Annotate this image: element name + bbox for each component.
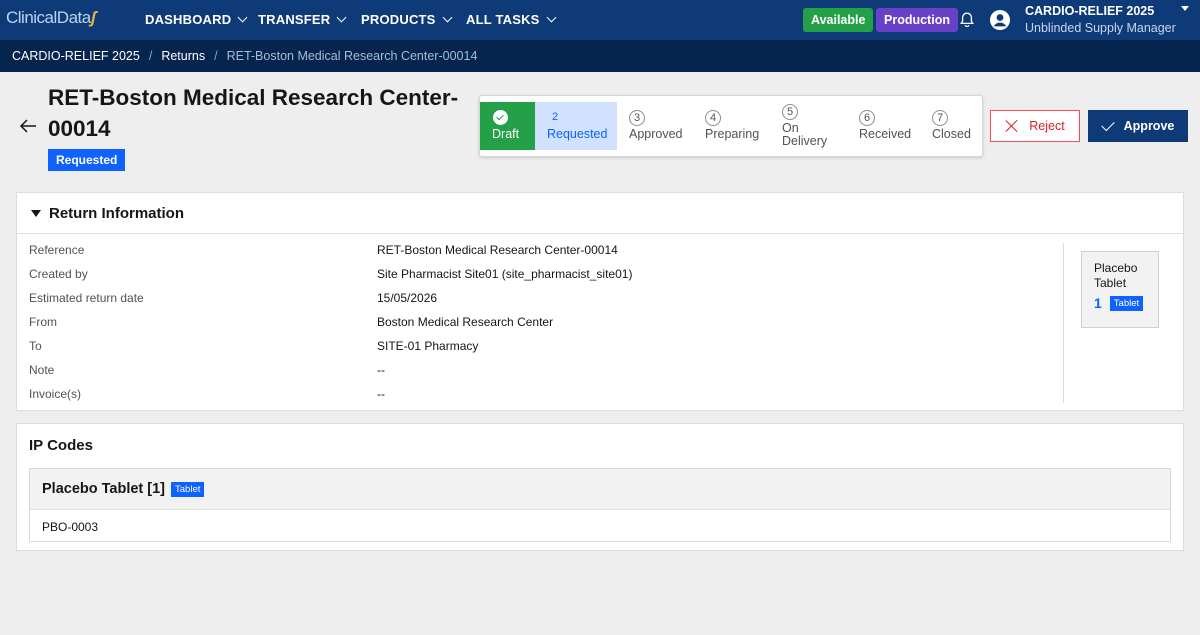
top-nav: ClinicalDataʃ DASHBOARD TRANSFER PRODUCT… [0, 0, 1200, 40]
nav-transfer[interactable]: TRANSFER [258, 12, 347, 27]
step-requested: 2 Requested [535, 102, 617, 150]
chevron-down-icon [546, 12, 556, 23]
step-number: 5 [782, 104, 798, 120]
step-received: 6 Received [847, 102, 920, 150]
nav-transfer-label: TRANSFER [258, 12, 331, 27]
app-logo[interactable]: ClinicalDataʃ [6, 8, 96, 28]
user-role[interactable]: Unblinded Supply Manager [1025, 21, 1176, 35]
product-name-line: Tablet [1094, 276, 1127, 290]
study-name[interactable]: CARDIO-RELIEF 2025 [1025, 4, 1154, 18]
info-key: Reference [29, 243, 85, 257]
info-value: Boston Medical Research Center [377, 315, 554, 329]
ip-group-name: Placebo Tablet [1] [42, 481, 166, 497]
divider [1063, 243, 1064, 403]
user-avatar-icon[interactable] [989, 9, 1011, 31]
checkmark-icon [493, 110, 508, 125]
product-quantity: 1 [1094, 295, 1102, 311]
checkmark-icon [1100, 117, 1115, 131]
product-summary-card: Placebo Tablet 1 Tablet [1081, 251, 1159, 328]
status-badge: Requested [48, 149, 126, 171]
info-key: From [29, 315, 57, 329]
account-caret-icon[interactable] [1181, 6, 1189, 11]
available-badge[interactable]: Available [803, 8, 874, 32]
back-arrow-icon[interactable] [18, 117, 38, 135]
breadcrumb-current: RET-Boston Medical Research Center-00014 [226, 49, 478, 63]
info-value: RET-Boston Medical Research Center-00014 [377, 243, 618, 257]
return-information-panel: Return Information Reference RET-Boston … [16, 192, 1184, 411]
chevron-down-icon [442, 12, 453, 23]
breadcrumb: CARDIO-RELIEF 2025 / Returns / RET-Bosto… [0, 40, 1200, 72]
step-preparing: 4 Preparing [693, 102, 769, 150]
step-on-delivery: 5 On Delivery [770, 102, 848, 150]
step-label: On Delivery [782, 121, 828, 148]
caret-down-icon [31, 209, 41, 217]
logo-swirl-icon: ʃ [90, 8, 96, 27]
step-label: Draft [492, 127, 520, 141]
return-information-toggle[interactable]: Return Information [17, 193, 1183, 234]
nav-products-label: PRODUCTS [361, 12, 436, 27]
ip-code-group-header: Placebo Tablet [1] Tablet [30, 469, 1170, 510]
nav-all-tasks-label: ALL TASKS [466, 12, 540, 27]
progress-stepper: Draft 2 Requested 3 Approved 4 Preparing… [479, 95, 983, 157]
close-icon [1005, 119, 1019, 133]
bell-icon[interactable] [958, 11, 976, 29]
section-title: Return Information [49, 204, 184, 222]
ip-codes-panel: IP Codes Placebo Tablet [1] Tablet PBO-0… [16, 423, 1184, 551]
step-number: 3 [629, 110, 645, 126]
info-value: -- [377, 387, 385, 401]
info-value: SITE-01 Pharmacy [377, 339, 479, 353]
reject-button-label: Reject [1029, 119, 1065, 133]
product-name: Placebo Tablet [1094, 261, 1158, 291]
step-number: 2 [551, 111, 559, 123]
info-key: Estimated return date [29, 291, 144, 305]
product-name-line: Placebo [1094, 261, 1138, 275]
reject-button[interactable]: Reject [990, 110, 1080, 142]
ip-code-group: Placebo Tablet [1] Tablet PBO-0003 [29, 468, 1171, 542]
step-draft: Draft [480, 102, 535, 150]
nav-dashboard[interactable]: DASHBOARD [145, 12, 248, 27]
info-key: Created by [29, 267, 88, 281]
step-label: Preparing [705, 127, 760, 141]
nav-products[interactable]: PRODUCTS [361, 12, 453, 27]
info-key: Invoice(s) [29, 387, 82, 401]
production-badge[interactable]: Production [876, 8, 958, 32]
breadcrumb-returns[interactable]: Returns [161, 49, 205, 63]
product-form-tag: Tablet [1109, 295, 1144, 311]
ip-group-form-tag: Tablet [171, 481, 205, 497]
nav-dashboard-label: DASHBOARD [145, 12, 232, 27]
step-number: 4 [705, 110, 721, 126]
step-closed: 7 Closed [920, 102, 982, 150]
approve-button[interactable]: Approve [1088, 110, 1188, 142]
chevron-down-icon [336, 12, 347, 23]
info-value: -- [377, 363, 385, 377]
chevron-down-icon [237, 12, 248, 23]
step-label: Approved [629, 127, 683, 141]
step-label: Received [859, 127, 912, 141]
product-quantity-row: 1 Tablet [1094, 295, 1158, 311]
breadcrumb-separator: / [148, 49, 153, 63]
step-approved: 3 Approved [617, 102, 693, 150]
step-label: Requested [547, 127, 608, 141]
ip-code-item: PBO-0003 [42, 520, 99, 534]
nav-all-tasks[interactable]: ALL TASKS [466, 12, 556, 27]
info-value: 15/05/2026 [377, 291, 438, 305]
breadcrumb-separator: / [214, 49, 218, 63]
section-title: IP Codes [29, 437, 93, 454]
breadcrumb-study[interactable]: CARDIO-RELIEF 2025 [12, 49, 140, 63]
page-title: RET-Boston Medical Research Center-00014 [48, 85, 459, 141]
approve-button-label: Approve [1123, 119, 1175, 133]
step-number: 6 [859, 110, 875, 126]
step-number: 7 [932, 110, 948, 126]
info-key: To [29, 339, 42, 353]
step-label: Closed [932, 127, 971, 141]
info-key: Note [29, 363, 55, 377]
info-value: Site Pharmacist Site01 (site_pharmacist_… [377, 267, 633, 281]
